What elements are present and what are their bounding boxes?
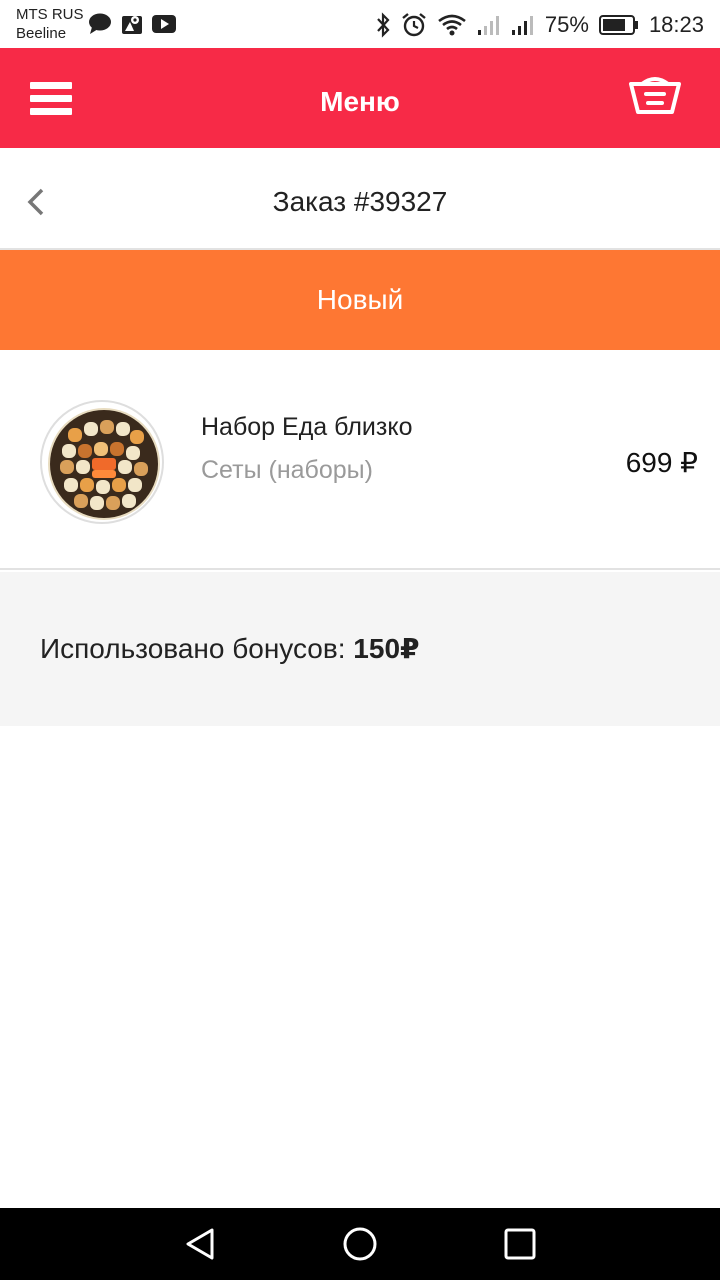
bonus-summary: Использовано бонусов: 150₽ (40, 632, 420, 665)
carrier-secondary: Beeline (16, 25, 67, 42)
video-icon (152, 15, 176, 33)
wifi-icon (438, 14, 466, 36)
signal-strong-icon (511, 16, 533, 35)
item-category: Сеты (наборы) (201, 456, 373, 484)
alarm-icon (402, 13, 426, 37)
nav-back-button[interactable] (180, 1226, 220, 1262)
cart-button[interactable] (628, 76, 682, 116)
map-icon (122, 16, 142, 34)
circle-home-icon (343, 1227, 377, 1261)
system-indicators: 75% 18:23 (375, 10, 704, 40)
order-status-banner: Новый (0, 250, 720, 350)
item-name: Набор Еда близко (201, 413, 413, 441)
nav-home-button[interactable] (340, 1226, 380, 1262)
carrier-info: MTS RUS Beeline (16, 5, 84, 43)
battery-icon (598, 15, 638, 35)
item-price: 699 ₽ (625, 447, 698, 478)
notification-icons (88, 12, 176, 36)
bonus-label: Использовано бонусов: (40, 633, 346, 664)
clock: 18:23 (648, 12, 704, 37)
bonus-section: Использовано бонусов: 150₽ (0, 572, 720, 726)
nav-recents-button[interactable] (500, 1226, 540, 1262)
system-nav-bar (0, 1208, 720, 1280)
item-image (40, 400, 164, 524)
signal-weak-icon (477, 16, 499, 35)
carrier-primary: MTS RUS (16, 6, 84, 23)
order-item[interactable]: Набор Еда близко Сеты (наборы) 699 ₽ (0, 350, 720, 570)
bonus-value: 150₽ (353, 633, 420, 664)
order-header: Заказ #39327 (0, 148, 720, 250)
sushi-set-image (48, 408, 160, 520)
order-title: Заказ #39327 (272, 186, 448, 217)
square-recents-icon (504, 1228, 536, 1260)
app-title: Меню (320, 86, 400, 117)
cart-icon (629, 77, 681, 114)
triangle-back-icon (186, 1228, 214, 1260)
bluetooth-icon (377, 12, 390, 38)
battery-percent: 75% (544, 12, 589, 37)
chat-bubble-icon (89, 13, 111, 34)
status-bar: MTS RUS Beeline 75% 18:23 (0, 0, 720, 48)
app-bar: Меню (0, 48, 720, 148)
